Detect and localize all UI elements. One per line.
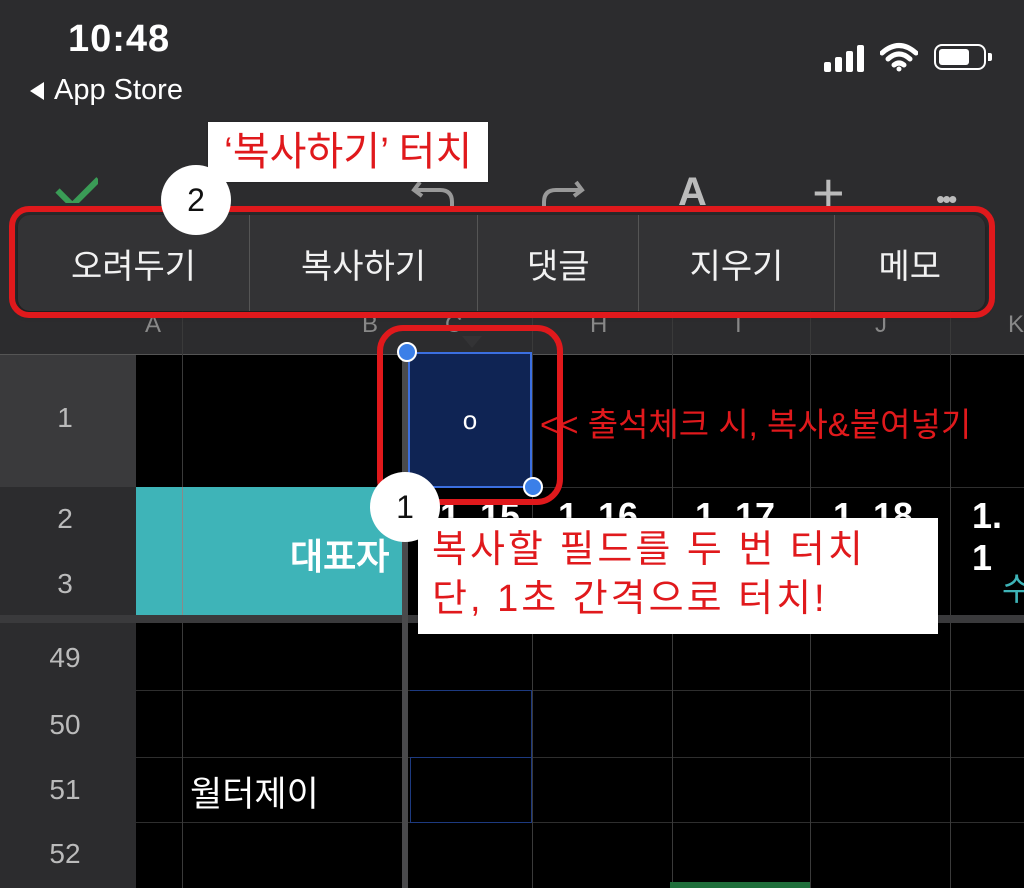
grid-line <box>136 757 1024 758</box>
row-number[interactable]: 49 <box>0 642 130 674</box>
cell-border <box>670 882 810 888</box>
cell-border <box>410 690 532 691</box>
wifi-icon <box>880 43 918 72</box>
row-number[interactable]: 2 <box>0 503 130 535</box>
column-header-k[interactable]: K <box>1008 311 1024 339</box>
back-to-app-store[interactable]: App Store <box>30 74 183 107</box>
grid-line <box>136 690 1024 691</box>
status-time: 10:48 <box>68 18 171 60</box>
cell-border <box>531 690 532 822</box>
cell-border <box>410 822 532 823</box>
arrow-note: << 출석체크 시, 복사&붙여넣기 <box>540 406 972 443</box>
row-number[interactable]: 1 <box>0 402 130 434</box>
back-arrow-icon <box>30 81 44 100</box>
back-label: App Store <box>54 74 183 106</box>
step1-line1: 복사할 필드를 두 번 터치 <box>432 529 866 571</box>
grid-line <box>136 822 1024 823</box>
name-cell[interactable]: 월터제이 <box>190 766 319 817</box>
checkmark-icon[interactable] <box>52 175 98 203</box>
step1-caption: 복사할 필드를 두 번 터치 단, 1초 간격으로 터치! <box>418 518 938 634</box>
step2-badge: 2 <box>161 165 231 235</box>
cellular-signal-icon <box>824 42 864 72</box>
day-label: 수 <box>1002 571 1024 607</box>
row-number[interactable]: 3 <box>0 568 130 600</box>
row-number[interactable]: 51 <box>0 774 130 806</box>
status-icons <box>824 42 992 72</box>
cell-border <box>410 757 411 822</box>
row-number[interactable]: 52 <box>0 838 130 870</box>
battery-icon <box>934 44 992 70</box>
row-number[interactable]: 50 <box>0 709 130 741</box>
step2-highlight <box>9 206 995 318</box>
merged-header-text: 대표자 <box>290 536 390 577</box>
cell-border <box>410 757 532 758</box>
step1-line2: 단, 1초 간격으로 터치! <box>432 578 828 621</box>
step2-caption: ‘복사하기’ 터치 <box>208 122 489 182</box>
step1-badge: 1 <box>370 472 440 542</box>
grid-line <box>182 487 183 615</box>
